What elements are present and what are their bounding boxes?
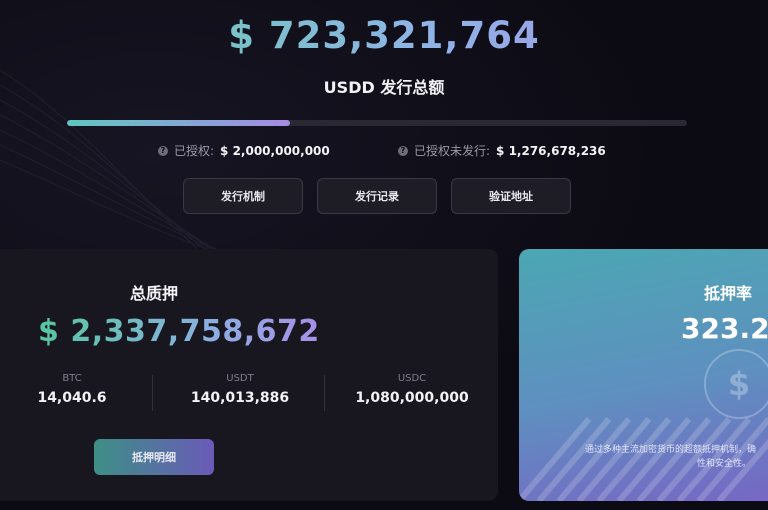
- collateral-ratio-description: 通过多种主流加密货币的超额抵押机制，确 性和安全性。: [585, 443, 768, 471]
- collateral-ratio-value: 323.2: [681, 312, 768, 345]
- divider: [152, 375, 153, 411]
- description-line: 性和安全性。: [697, 459, 752, 469]
- dollar-shield-icon: $: [704, 349, 768, 419]
- unissued-label: 已授权未发行:: [414, 144, 491, 158]
- records-button[interactable]: 发行记录: [317, 178, 437, 214]
- collateral-card: 总质押 $ 2,337,758,672 BTC 14,040.6 USDT 14…: [0, 249, 498, 501]
- asset-amount: 140,013,886: [190, 390, 290, 406]
- verify-address-button[interactable]: 验证地址: [451, 178, 571, 214]
- unissued-stat: ? 已授权未发行: $ 1,276,678,236: [398, 142, 606, 159]
- collateral-ratio-card: $ 抵押率 323.2 通过多种主流加密货币的超额抵押机制，确 性和安全性。: [519, 249, 768, 501]
- asset-symbol: BTC: [62, 373, 82, 384]
- asset-usdc: USDC 1,080,000,000: [337, 373, 487, 406]
- authorized-value: $ 2,000,000,000: [220, 143, 330, 158]
- authorized-label: 已授权:: [174, 144, 215, 158]
- total-issued-amount: $ 723,321,764: [0, 14, 768, 57]
- help-icon[interactable]: ?: [398, 145, 408, 156]
- issuance-progress-bar: [67, 120, 687, 126]
- unissued-value: $ 1,276,678,236: [496, 143, 606, 158]
- collateral-detail-button[interactable]: 抵押明细: [94, 439, 214, 475]
- page: $ 723,321,764 USDD 发行总额 ? 已授权: $ 2,000,0…: [0, 0, 768, 510]
- asset-usdt: USDT 140,013,886: [165, 373, 315, 406]
- issuance-progress-fill: [67, 120, 291, 126]
- description-line: 通过多种主流加密货币的超额抵押机制，确: [585, 445, 757, 455]
- collateral-ratio-title: 抵押率: [704, 284, 753, 303]
- asset-btc: BTC 14,040.6: [0, 373, 147, 406]
- page-title: USDD 发行总额: [323, 78, 445, 97]
- authorized-stat: ? 已授权: $ 2,000,000,000: [158, 142, 330, 159]
- asset-amount: 1,080,000,000: [355, 390, 469, 406]
- mechanism-button[interactable]: 发行机制: [183, 178, 303, 214]
- asset-symbol: USDC: [397, 373, 427, 384]
- asset-amount: 14,040.6: [37, 390, 107, 406]
- collateral-total: $ 2,337,758,672: [38, 314, 320, 349]
- collateral-title: 总质押: [130, 284, 179, 303]
- divider: [324, 375, 325, 411]
- asset-symbol: USDT: [226, 373, 254, 384]
- action-buttons: 发行机制 发行记录 验证地址: [0, 178, 768, 214]
- help-icon[interactable]: ?: [158, 145, 168, 156]
